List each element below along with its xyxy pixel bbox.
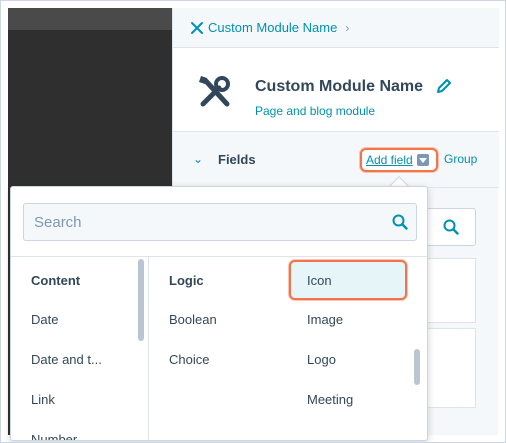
field-type-date-time[interactable]: Date and t...: [31, 352, 102, 367]
category-heading: Logic: [169, 273, 204, 288]
module-subtitle[interactable]: Page and blog module: [255, 104, 375, 118]
add-field-label: Add field: [366, 153, 413, 167]
field-type-boolean[interactable]: Boolean: [169, 312, 217, 327]
field-search-input[interactable]: [24, 204, 374, 240]
tools-icon: [191, 21, 203, 34]
group-link[interactable]: Group: [444, 152, 477, 166]
chevron-right-icon: ›: [345, 20, 350, 35]
pencil-icon[interactable]: [435, 77, 453, 95]
search-icon: [443, 219, 459, 235]
preview-toolbar: [8, 8, 172, 30]
field-type-date[interactable]: Date: [31, 312, 58, 327]
field-type-icon[interactable]: Icon: [307, 273, 332, 288]
field-search-box[interactable]: [23, 203, 417, 241]
breadcrumb[interactable]: Custom Module Name ›: [173, 8, 499, 48]
scrollbar-thumb[interactable]: [414, 349, 420, 385]
field-type-meeting[interactable]: Meeting: [307, 392, 353, 407]
field-card: [426, 328, 476, 408]
fields-section-header[interactable]: ⌄ Fields Add field Group: [173, 132, 499, 188]
column-divider: [148, 257, 149, 440]
field-type-link[interactable]: Link: [31, 392, 55, 407]
module-header: Custom Module Name Page and blog module: [173, 48, 499, 132]
category-heading: Content: [31, 273, 81, 288]
module-title: Custom Module Name: [255, 78, 424, 95]
scrollbar[interactable]: [413, 257, 421, 440]
field-card: [426, 258, 476, 323]
field-type-image[interactable]: Image: [307, 312, 343, 327]
fields-search-button[interactable]: [426, 208, 476, 246]
caret-down-icon: [416, 154, 429, 166]
field-type-number[interactable]: Number: [31, 432, 77, 440]
app-frame: Custom Module Name › Custom Module Name …: [0, 0, 506, 443]
field-type-logo[interactable]: Logo: [307, 352, 336, 367]
add-field-button[interactable]: Add field: [360, 148, 438, 172]
add-field-dropdown: Content Date Date and t... Link Number L…: [10, 186, 428, 441]
wrench-brush-icon: [199, 76, 230, 107]
scrollbar-thumb[interactable]: [138, 259, 144, 341]
field-type-choice[interactable]: Choice: [169, 352, 209, 367]
chevron-down-icon[interactable]: ⌄: [193, 152, 203, 166]
search-icon[interactable]: [392, 214, 408, 230]
scrollbar[interactable]: [137, 257, 145, 440]
breadcrumb-label[interactable]: Custom Module Name: [208, 20, 337, 35]
category-column-content: Content Date Date and t... Link Number: [11, 257, 147, 440]
fields-label: Fields: [218, 152, 256, 167]
